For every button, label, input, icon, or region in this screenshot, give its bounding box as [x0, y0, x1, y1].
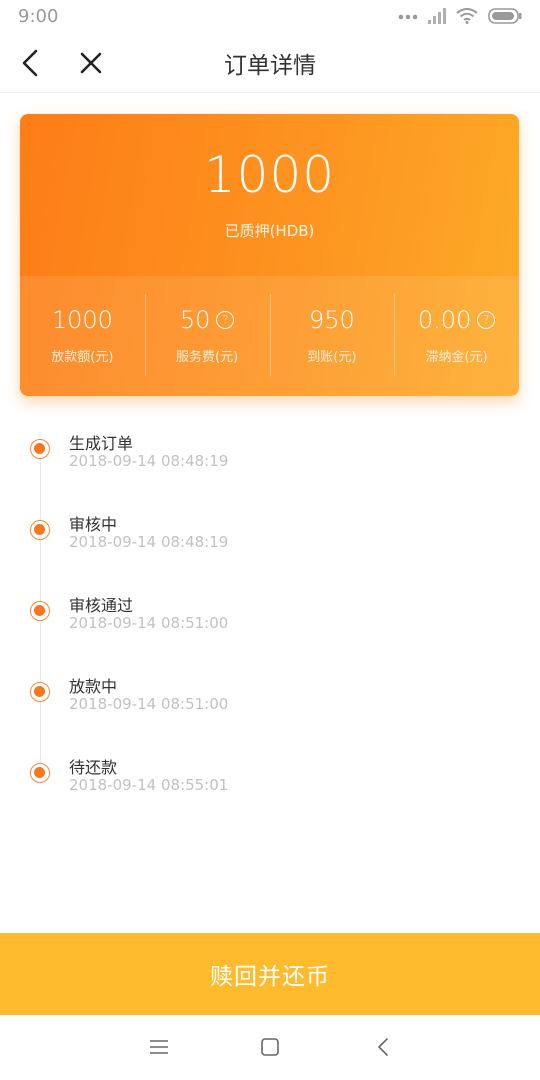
stat-value: 0.00	[417, 306, 472, 334]
stat-label: 滞纳金(元)	[425, 350, 488, 365]
timeline-item: 生成订单 2018-09-14 08:48:19	[0, 420, 540, 480]
system-back-button[interactable]	[371, 1035, 395, 1059]
timeline-title: 审核通过	[69, 596, 134, 615]
stats-row: 1000 放款额(元) 50 ? 服务费(元) 950 到账(元) 0.00 ?…	[20, 276, 519, 396]
stat-label: 放款额(元)	[51, 350, 114, 365]
timeline-title: 待还款	[69, 758, 118, 777]
timeline-time: 2018-09-14 08:48:19	[69, 452, 229, 470]
nav-bar: 订单详情	[0, 34, 540, 93]
stat-label: 服务费(元)	[176, 350, 239, 365]
pledged-amount: 1000	[203, 146, 336, 204]
timeline-dot-icon	[30, 763, 50, 783]
timeline-time: 2018-09-14 08:51:00	[69, 614, 229, 632]
timeline-time: 2018-09-14 08:51:00	[69, 695, 229, 713]
timeline-title: 生成订单	[69, 434, 134, 453]
help-icon[interactable]: ?	[477, 311, 496, 329]
menu-button[interactable]	[147, 1035, 171, 1059]
stat-value: 950	[308, 306, 355, 334]
signal-icon	[428, 8, 446, 24]
stat-label: 到账(元)	[307, 350, 357, 365]
home-icon	[261, 1038, 279, 1056]
pledged-amount-label: 已质押(HDB)	[224, 222, 315, 240]
more-dots-icon	[398, 14, 418, 20]
back-arrow-icon	[378, 1038, 388, 1056]
stat-loan-amount: 1000 放款额(元)	[20, 276, 145, 396]
system-nav-bar	[0, 1015, 540, 1080]
timeline-item: 待还款 2018-09-14 08:55:01	[0, 744, 540, 804]
timeline-time: 2018-09-14 08:48:19	[69, 533, 229, 551]
timeline-item: 审核通过 2018-09-14 08:51:00	[0, 582, 540, 642]
status-bar: 9:00	[0, 0, 540, 34]
timeline-dot-icon	[30, 682, 50, 702]
stat-late-fee: 0.00 ? 滞纳金(元)	[394, 276, 519, 396]
home-button[interactable]	[258, 1035, 282, 1059]
timeline-dot-icon	[30, 520, 50, 540]
battery-icon	[488, 8, 522, 24]
timeline-item: 放款中 2018-09-14 08:51:00	[0, 663, 540, 723]
timeline-item: 审核中 2018-09-14 08:48:19	[0, 501, 540, 561]
status-icons	[398, 8, 522, 24]
redeem-repay-button[interactable]: 赎回并还币	[0, 933, 540, 1015]
timeline-title: 审核中	[69, 515, 118, 534]
stat-value: 1000	[51, 306, 113, 334]
timeline-time: 2018-09-14 08:55:01	[69, 776, 229, 794]
help-icon[interactable]: ?	[216, 311, 235, 329]
timeline-title: 放款中	[69, 677, 118, 696]
status-time: 9:00	[18, 6, 59, 27]
wifi-icon	[456, 8, 478, 24]
timeline-dot-icon	[30, 601, 50, 621]
timeline-dot-icon	[30, 439, 50, 459]
order-summary-card: 1000 已质押(HDB) 1000 放款额(元) 50 ? 服务费(元) 95…	[20, 114, 519, 396]
page-title: 订单详情	[224, 53, 316, 79]
menu-icon	[150, 1040, 168, 1054]
stat-service-fee: 50 ? 服务费(元)	[144, 276, 270, 396]
stat-received: 950 到账(元)	[269, 276, 395, 396]
stat-value: 50	[179, 306, 211, 334]
